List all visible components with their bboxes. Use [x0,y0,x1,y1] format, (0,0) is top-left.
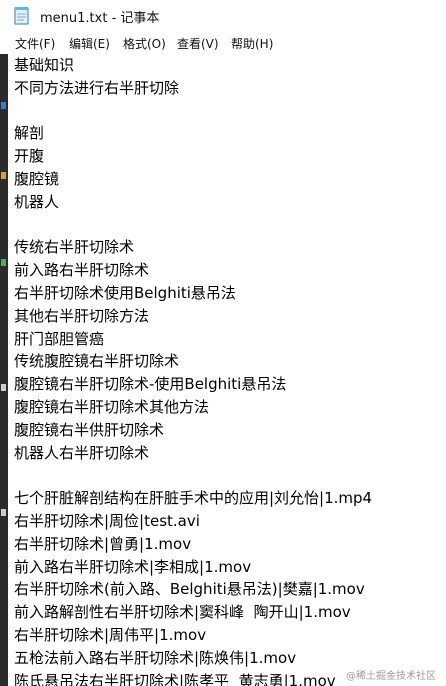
text-line: 陈氏悬吊法右半肝切除术|陈孝平 黄志勇|1.mov [14,672,336,686]
menu-format[interactable]: 格式(O) [123,35,166,52]
text-line: 右半肝切除术|周俭|test.avi [14,512,200,530]
strip-mark [1,509,6,516]
window-title: menu1.txt - 记事本 [40,11,160,26]
menu-file[interactable]: 文件(F) [15,35,55,52]
text-line: 开腹 [14,147,45,165]
strip-mark [1,102,6,109]
menu-edit[interactable]: 编辑(E) [69,35,110,52]
strip-mark [1,172,6,179]
text-line: 右半肝切除术使用Belghiti悬吊法 [14,284,236,302]
text-line: 基础知识 [14,56,75,74]
text-line: 右半肝切除术|周伟平|1.mov [14,626,207,644]
text-editor[interactable]: 基础知识 不同方法进行右半肝切除 解剖 开腹 腹腔镜 机器人 传统右半肝切除术 … [8,54,446,686]
text-line: 右半肝切除术(前入路、Belghiti悬吊法)|樊嘉|1.mov [14,580,365,598]
text-line: 前入路右半肝切除术|李相成|1.mov [14,558,252,576]
menu-bar: 文件(F) 编辑(E) 格式(O) 查看(V) 帮助(H) [0,32,446,55]
text-line: 腹腔镜右半肝切除术-使用Belghiti悬吊法 [14,375,287,393]
text-line: 不同方法进行右半肝切除 [14,79,180,97]
text-line: 前入路解剖性右半肝切除术|窦科峰 陶开山|1.mov [14,603,351,621]
strip-mark [1,384,6,391]
text-line: 机器人 [14,193,60,211]
text-line: 腹腔镜右半肝切除术其他方法 [14,398,210,416]
strip-mark [1,259,6,266]
text-line: 前入路右半肝切除术 [14,261,150,279]
text-line: 右半肝切除术|曾勇|1.mov [14,535,192,553]
notepad-icon [14,7,29,25]
text-line: 腹腔镜 [14,170,60,188]
menu-view[interactable]: 查看(V) [177,35,219,52]
text-line: 其他右半肝切除方法 [14,307,150,325]
text-line: 机器人右半肝切除术 [14,444,150,462]
title-bar: menu1.txt - 记事本 [0,0,446,32]
text-line: 解剖 [14,124,45,142]
text-line: 七个肝脏解剖结构在肝脏手术中的应用|刘允怡|1.mp4 [14,489,373,507]
background-window-strip [0,54,8,686]
text-line: 五枪法前入路右半肝切除术|陈焕伟|1.mov [14,649,297,667]
text-line: 传统右半肝切除术 [14,238,135,256]
text-line: 传统腹腔镜右半肝切除术 [14,352,180,370]
text-line: 肝门部胆管癌 [14,330,105,348]
watermark: @稀土掘金技术社区 [346,671,436,682]
text-line: 腹腔镜右半供肝切除术 [14,421,165,439]
menu-help[interactable]: 帮助(H) [231,35,273,52]
